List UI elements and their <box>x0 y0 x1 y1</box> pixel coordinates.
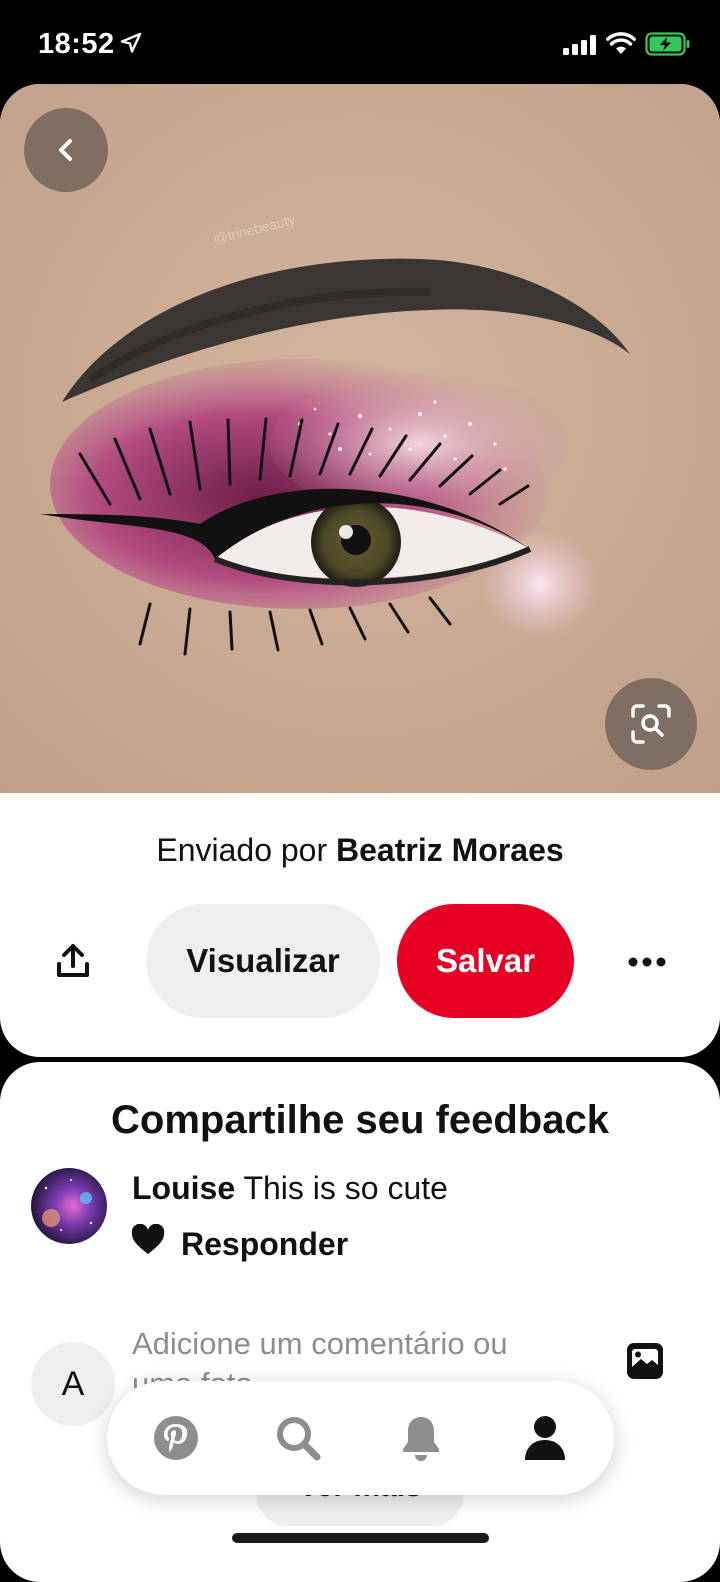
pin-image[interactable]: @trinebeauty <box>0 84 720 793</box>
notifications-bell-icon <box>403 1417 439 1461</box>
cellular-signal-icon <box>563 35 596 55</box>
eye-makeup-photo: @trinebeauty <box>0 84 720 793</box>
comment-author[interactable]: Louise <box>132 1170 235 1206</box>
comment-input[interactable]: Adicione um comentário ou uma foto <box>132 1324 572 1388</box>
tab-profile[interactable] <box>514 1407 576 1469</box>
comments-section: Compartilhe seu feedback Louise This is … <box>0 1062 720 1582</box>
share-button[interactable] <box>38 926 108 996</box>
location-arrow-icon <box>120 32 142 53</box>
image-icon <box>627 1343 663 1379</box>
comments-title: Compartilhe seu feedback <box>111 1098 609 1142</box>
add-photo-button[interactable] <box>626 1342 668 1384</box>
status-bar: 18:52 <box>0 0 720 88</box>
tab-home[interactable] <box>145 1407 207 1469</box>
tab-notifications[interactable] <box>390 1407 452 1469</box>
pin-card: @trinebeauty Enviado por Beatriz Moraes … <box>0 84 720 1057</box>
sent-by-line: Enviado por Beatriz Moraes <box>0 832 720 869</box>
my-avatar[interactable]: A <box>31 1342 115 1426</box>
visual-search-button[interactable] <box>605 678 697 770</box>
sent-by-prefix: Enviado por <box>156 832 328 868</box>
reply-button[interactable]: Responder <box>181 1226 348 1263</box>
heart-icon <box>131 1223 165 1254</box>
wifi-icon <box>606 32 636 54</box>
tab-bar <box>107 1381 614 1495</box>
view-button[interactable]: Visualizar <box>146 904 380 1018</box>
tab-search[interactable] <box>267 1407 329 1469</box>
like-button[interactable] <box>130 1223 166 1261</box>
save-button[interactable]: Salvar <box>397 904 574 1018</box>
chevron-left-icon <box>59 139 72 161</box>
search-icon <box>277 1417 321 1461</box>
battery-charging-icon <box>645 32 690 56</box>
more-icon <box>628 957 666 967</box>
comment-text: Louise This is so cute <box>132 1170 448 1207</box>
back-button[interactable] <box>24 108 108 192</box>
home-indicator <box>232 1533 489 1543</box>
author-name[interactable]: Beatriz Moraes <box>336 832 564 868</box>
status-time: 18:52 <box>38 28 115 60</box>
comment-body: This is so cute <box>243 1170 448 1206</box>
share-icon <box>57 944 89 977</box>
avatar-image <box>31 1168 107 1244</box>
visual-search-icon <box>631 704 671 744</box>
home-pinterest-icon <box>154 1416 198 1460</box>
more-options-button[interactable] <box>610 940 684 984</box>
profile-icon <box>525 1416 565 1460</box>
avatar[interactable] <box>31 1168 107 1244</box>
